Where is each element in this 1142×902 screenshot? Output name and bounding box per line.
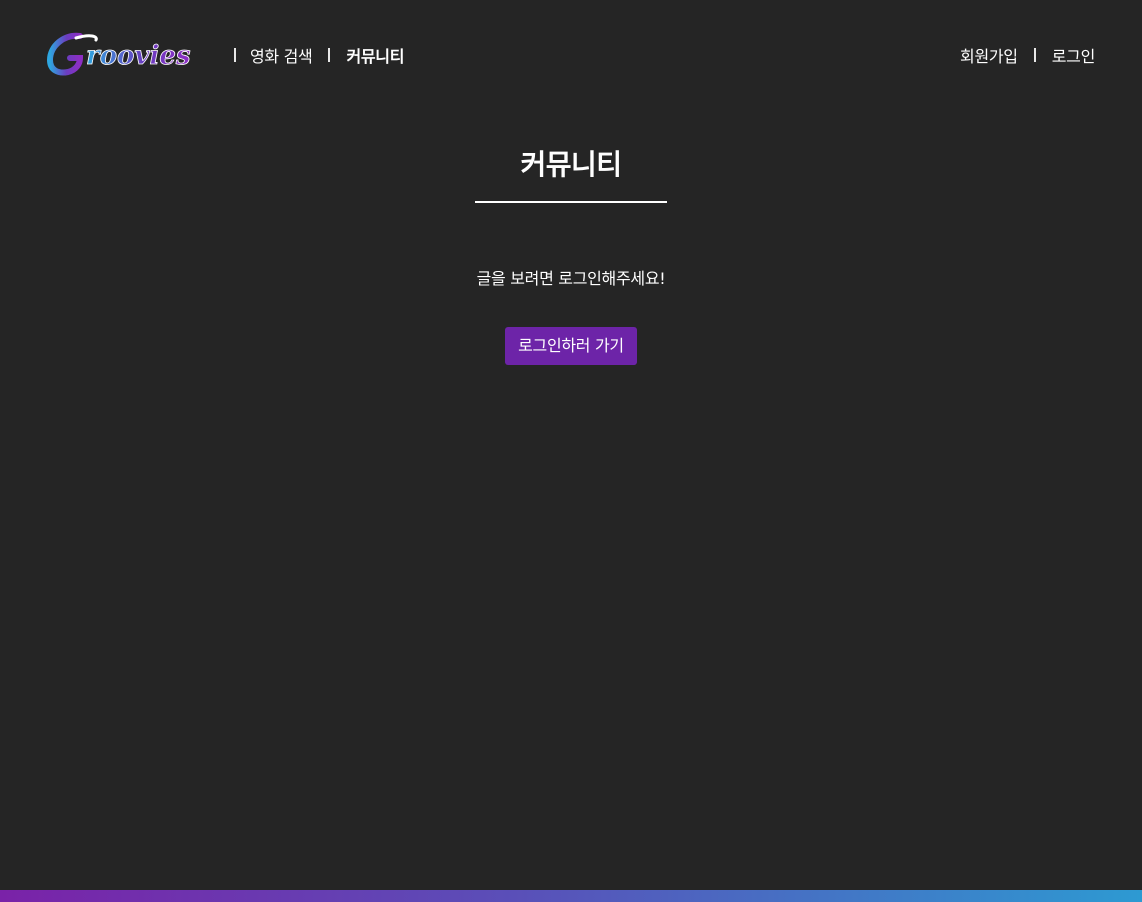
nav-signup[interactable]: 회원가입: [960, 43, 1018, 67]
nav-divider: [1033, 48, 1036, 62]
nav-divider: [328, 48, 331, 62]
header: roovies 영화 검색 커뮤니티 회원가입 로그인: [0, 0, 1142, 110]
bottom-gradient-bar: [0, 890, 1142, 902]
main-content: 커뮤니티 글을 보려면 로그인해주세요! 로그인하러 가기: [0, 140, 1142, 365]
page-title: 커뮤니티: [520, 148, 622, 181]
go-to-login-button[interactable]: 로그인하러 가기: [505, 327, 637, 365]
logo-graphic: roovies: [46, 32, 191, 76]
logo-text: roovies: [86, 41, 191, 71]
groovies-logo[interactable]: roovies: [46, 30, 218, 78]
title-underline: [475, 201, 667, 203]
page: roovies 영화 검색 커뮤니티 회원가입 로그인 커뮤니티 글을 보려면 …: [0, 0, 1142, 902]
nav-movie-search[interactable]: 영화 검색: [250, 43, 313, 67]
nav-divider: [234, 48, 236, 62]
nav-community[interactable]: 커뮤니티: [346, 43, 404, 67]
main-nav: 영화 검색 커뮤니티: [230, 43, 404, 67]
nav-login[interactable]: 로그인: [1052, 43, 1096, 67]
login-required-message: 글을 보려면 로그인해주세요!: [476, 269, 666, 288]
auth-nav: 회원가입 로그인: [960, 43, 1095, 67]
